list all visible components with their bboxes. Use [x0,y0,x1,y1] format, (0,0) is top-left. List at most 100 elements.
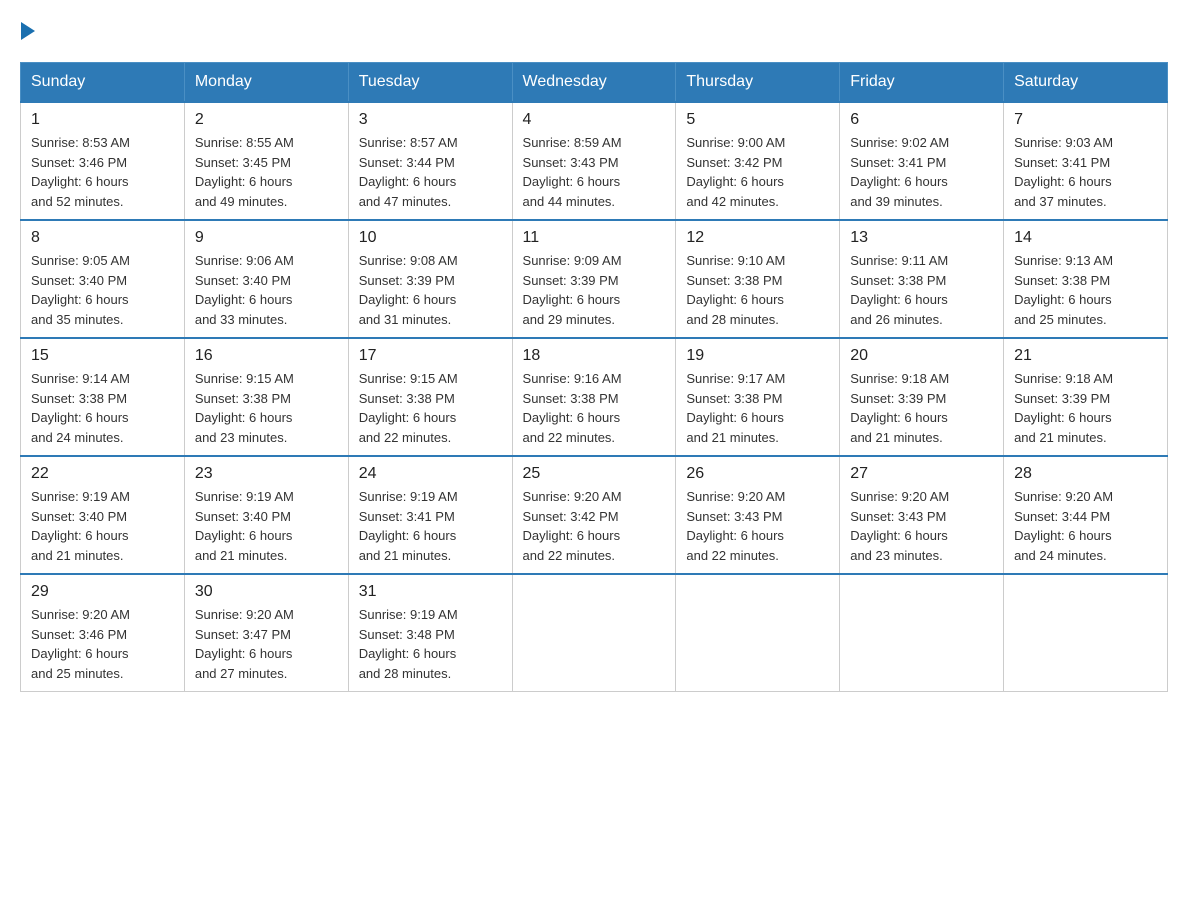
daylight-label: Daylight: 6 hoursand 21 minutes. [195,528,293,563]
sunrise-label: Sunrise: 9:03 AM [1014,135,1113,150]
calendar-cell: 10 Sunrise: 9:08 AM Sunset: 3:39 PM Dayl… [348,220,512,338]
sunset-label: Sunset: 3:38 PM [359,391,455,406]
daylight-label: Daylight: 6 hoursand 49 minutes. [195,174,293,209]
day-number: 29 [31,583,174,601]
sunrise-label: Sunrise: 9:10 AM [686,253,785,268]
day-info: Sunrise: 9:20 AM Sunset: 3:44 PM Dayligh… [1014,487,1157,565]
day-number: 31 [359,583,502,601]
day-info: Sunrise: 9:17 AM Sunset: 3:38 PM Dayligh… [686,369,829,447]
day-info: Sunrise: 9:15 AM Sunset: 3:38 PM Dayligh… [195,369,338,447]
daylight-label: Daylight: 6 hoursand 27 minutes. [195,646,293,681]
sunrise-label: Sunrise: 9:19 AM [359,489,458,504]
sunrise-label: Sunrise: 9:14 AM [31,371,130,386]
sunrise-label: Sunrise: 9:19 AM [195,489,294,504]
day-info: Sunrise: 9:19 AM Sunset: 3:40 PM Dayligh… [31,487,174,565]
sunrise-label: Sunrise: 9:20 AM [523,489,622,504]
calendar-cell: 28 Sunrise: 9:20 AM Sunset: 3:44 PM Dayl… [1004,456,1168,574]
day-number: 9 [195,229,338,247]
sunrise-label: Sunrise: 8:59 AM [523,135,622,150]
day-number: 8 [31,229,174,247]
day-number: 12 [686,229,829,247]
sunrise-label: Sunrise: 9:20 AM [31,607,130,622]
day-info: Sunrise: 8:59 AM Sunset: 3:43 PM Dayligh… [523,133,666,211]
sunrise-label: Sunrise: 9:09 AM [523,253,622,268]
sunset-label: Sunset: 3:44 PM [359,155,455,170]
day-info: Sunrise: 9:03 AM Sunset: 3:41 PM Dayligh… [1014,133,1157,211]
calendar-cell: 18 Sunrise: 9:16 AM Sunset: 3:38 PM Dayl… [512,338,676,456]
day-number: 18 [523,347,666,365]
day-number: 24 [359,465,502,483]
day-number: 14 [1014,229,1157,247]
day-info: Sunrise: 9:00 AM Sunset: 3:42 PM Dayligh… [686,133,829,211]
day-info: Sunrise: 9:08 AM Sunset: 3:39 PM Dayligh… [359,251,502,329]
calendar-cell: 7 Sunrise: 9:03 AM Sunset: 3:41 PM Dayli… [1004,102,1168,220]
day-info: Sunrise: 9:13 AM Sunset: 3:38 PM Dayligh… [1014,251,1157,329]
calendar-cell: 22 Sunrise: 9:19 AM Sunset: 3:40 PM Dayl… [21,456,185,574]
calendar-cell: 3 Sunrise: 8:57 AM Sunset: 3:44 PM Dayli… [348,102,512,220]
sunrise-label: Sunrise: 9:20 AM [1014,489,1113,504]
sunset-label: Sunset: 3:38 PM [31,391,127,406]
sunset-label: Sunset: 3:45 PM [195,155,291,170]
sunset-label: Sunset: 3:46 PM [31,627,127,642]
day-number: 11 [523,229,666,247]
daylight-label: Daylight: 6 hoursand 35 minutes. [31,292,129,327]
sunset-label: Sunset: 3:48 PM [359,627,455,642]
calendar-cell: 13 Sunrise: 9:11 AM Sunset: 3:38 PM Dayl… [840,220,1004,338]
day-of-week-header: Thursday [676,63,840,103]
calendar-cell: 29 Sunrise: 9:20 AM Sunset: 3:46 PM Dayl… [21,574,185,692]
sunset-label: Sunset: 3:40 PM [195,273,291,288]
week-row: 22 Sunrise: 9:19 AM Sunset: 3:40 PM Dayl… [21,456,1168,574]
page-header [20,20,1168,42]
daylight-label: Daylight: 6 hoursand 22 minutes. [359,410,457,445]
daylight-label: Daylight: 6 hoursand 52 minutes. [31,174,129,209]
sunrise-label: Sunrise: 9:08 AM [359,253,458,268]
sunrise-label: Sunrise: 9:19 AM [359,607,458,622]
daylight-label: Daylight: 6 hoursand 29 minutes. [523,292,621,327]
daylight-label: Daylight: 6 hoursand 24 minutes. [1014,528,1112,563]
day-of-week-header: Wednesday [512,63,676,103]
daylight-label: Daylight: 6 hoursand 25 minutes. [1014,292,1112,327]
sunset-label: Sunset: 3:40 PM [31,273,127,288]
sunrise-label: Sunrise: 9:18 AM [850,371,949,386]
day-info: Sunrise: 9:19 AM Sunset: 3:40 PM Dayligh… [195,487,338,565]
calendar-cell: 17 Sunrise: 9:15 AM Sunset: 3:38 PM Dayl… [348,338,512,456]
daylight-label: Daylight: 6 hoursand 21 minutes. [359,528,457,563]
calendar-cell: 15 Sunrise: 9:14 AM Sunset: 3:38 PM Dayl… [21,338,185,456]
day-info: Sunrise: 9:19 AM Sunset: 3:41 PM Dayligh… [359,487,502,565]
day-number: 23 [195,465,338,483]
calendar-cell: 9 Sunrise: 9:06 AM Sunset: 3:40 PM Dayli… [184,220,348,338]
day-of-week-header: Monday [184,63,348,103]
sunrise-label: Sunrise: 9:16 AM [523,371,622,386]
calendar-cell: 11 Sunrise: 9:09 AM Sunset: 3:39 PM Dayl… [512,220,676,338]
day-of-week-header: Friday [840,63,1004,103]
calendar-cell: 27 Sunrise: 9:20 AM Sunset: 3:43 PM Dayl… [840,456,1004,574]
day-number: 4 [523,111,666,129]
calendar-header: SundayMondayTuesdayWednesdayThursdayFrid… [21,63,1168,103]
day-info: Sunrise: 9:19 AM Sunset: 3:48 PM Dayligh… [359,605,502,683]
sunset-label: Sunset: 3:38 PM [523,391,619,406]
daylight-label: Daylight: 6 hoursand 47 minutes. [359,174,457,209]
daylight-label: Daylight: 6 hoursand 37 minutes. [1014,174,1112,209]
calendar-cell: 1 Sunrise: 8:53 AM Sunset: 3:46 PM Dayli… [21,102,185,220]
sunrise-label: Sunrise: 9:19 AM [31,489,130,504]
sunset-label: Sunset: 3:43 PM [850,509,946,524]
day-info: Sunrise: 8:57 AM Sunset: 3:44 PM Dayligh… [359,133,502,211]
day-info: Sunrise: 9:09 AM Sunset: 3:39 PM Dayligh… [523,251,666,329]
sunrise-label: Sunrise: 9:00 AM [686,135,785,150]
sunset-label: Sunset: 3:40 PM [31,509,127,524]
sunrise-label: Sunrise: 9:15 AM [359,371,458,386]
day-number: 5 [686,111,829,129]
calendar-cell: 2 Sunrise: 8:55 AM Sunset: 3:45 PM Dayli… [184,102,348,220]
day-number: 21 [1014,347,1157,365]
calendar-cell [1004,574,1168,692]
day-info: Sunrise: 9:15 AM Sunset: 3:38 PM Dayligh… [359,369,502,447]
sunset-label: Sunset: 3:38 PM [195,391,291,406]
calendar-cell: 4 Sunrise: 8:59 AM Sunset: 3:43 PM Dayli… [512,102,676,220]
calendar-cell: 16 Sunrise: 9:15 AM Sunset: 3:38 PM Dayl… [184,338,348,456]
sunrise-label: Sunrise: 9:06 AM [195,253,294,268]
day-info: Sunrise: 9:16 AM Sunset: 3:38 PM Dayligh… [523,369,666,447]
daylight-label: Daylight: 6 hoursand 33 minutes. [195,292,293,327]
calendar-cell: 14 Sunrise: 9:13 AM Sunset: 3:38 PM Dayl… [1004,220,1168,338]
sunset-label: Sunset: 3:43 PM [523,155,619,170]
sunset-label: Sunset: 3:38 PM [686,273,782,288]
